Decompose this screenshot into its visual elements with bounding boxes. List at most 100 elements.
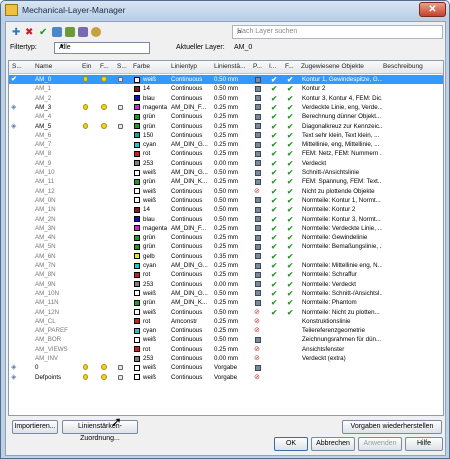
check-icon[interactable]: ✔ <box>287 261 293 270</box>
color-swatch[interactable] <box>134 85 140 92</box>
color-swatch[interactable] <box>134 104 140 111</box>
check-icon[interactable]: ✔ <box>271 196 277 205</box>
linetype[interactable]: AM_DIN_G... <box>171 168 213 177</box>
printer-icon[interactable] <box>255 216 261 222</box>
linetype[interactable]: Continuous <box>171 308 213 317</box>
col-lock[interactable]: S... <box>117 63 127 70</box>
color-swatch[interactable] <box>134 336 140 343</box>
printer-icon[interactable] <box>255 104 261 111</box>
unlock-icon[interactable] <box>118 374 123 383</box>
lineweight[interactable]: 0.25 mm <box>214 131 252 140</box>
color-swatch[interactable] <box>134 132 140 139</box>
color-swatch[interactable] <box>134 318 140 325</box>
check-icon[interactable]: ✔ <box>271 84 277 93</box>
lineweight[interactable]: Vorgabe <box>214 363 252 372</box>
printer-icon[interactable] <box>255 364 261 371</box>
lineweight[interactable]: 0.50 mm <box>214 308 252 317</box>
table-row[interactable]: ◈ Defpoints weiß Continuous Vorgabe ⊘ <box>9 373 443 383</box>
ok-button[interactable]: OK <box>274 437 308 451</box>
linetype[interactable]: Continuous <box>171 94 213 103</box>
color-swatch[interactable] <box>134 169 140 176</box>
check-icon[interactable]: ✔ <box>287 242 293 251</box>
cancel-button[interactable]: Abbrechen <box>311 437 355 451</box>
printer-icon[interactable] <box>255 150 261 157</box>
color-swatch[interactable] <box>134 216 140 222</box>
printer-icon[interactable] <box>255 290 261 297</box>
lineweight[interactable]: 0.25 mm <box>214 112 252 121</box>
table-row[interactable]: AM_3N magenta AM_DIN_F... 0.25 mm ✔ ✔ Normteil… <box>9 224 443 233</box>
no-plot-icon[interactable]: ⊘ <box>254 345 260 354</box>
color-swatch[interactable] <box>134 374 140 381</box>
linetype[interactable]: Continuous <box>171 363 213 372</box>
table-row[interactable]: ◈ AM_3 magenta AM_DIN_F... 0.25 mm ✔ ✔ Verdeckt… <box>9 103 443 112</box>
lineweight[interactable]: 0.25 mm <box>214 326 252 335</box>
check-icon[interactable]: ✔ <box>271 224 277 233</box>
check-icon[interactable]: ✔ <box>271 261 277 270</box>
linetype[interactable]: Continuous <box>171 84 213 93</box>
table-row[interactable]: AM_BOR weiß Continuous 0.50 mm Zeichnungsrah… <box>9 335 443 344</box>
table-row[interactable]: AM_6N gelb Continuous 0.35 mm ✔ ✔ <box>9 252 443 261</box>
lineweight[interactable]: 0.50 mm <box>214 84 252 93</box>
lineweight[interactable]: 0.50 mm <box>214 289 252 298</box>
col-color[interactable]: Farbe <box>133 63 150 70</box>
printer-icon[interactable] <box>255 197 261 204</box>
table-row[interactable]: AM_5N grün Continuous 0.25 mm ✔ ✔ Normteile: B… <box>9 242 443 251</box>
col-description[interactable]: Beschreibung <box>383 63 423 70</box>
lineweight[interactable]: 0.25 mm <box>214 242 252 251</box>
printer-icon[interactable] <box>255 95 261 102</box>
restore-defaults-button[interactable]: Vorgaben wiederherstellen <box>342 420 442 434</box>
check-icon[interactable]: ✔ <box>271 94 277 103</box>
linetype[interactable]: Continuous <box>171 187 213 196</box>
check-icon[interactable]: ✔ <box>271 280 277 289</box>
check-icon[interactable]: ✔ <box>271 270 277 279</box>
linetype[interactable]: Continuous <box>171 122 213 131</box>
check-icon[interactable]: ✔ <box>287 140 293 149</box>
lineweight[interactable]: 0.35 mm <box>214 252 252 261</box>
check-icon[interactable]: ✔ <box>287 215 293 224</box>
lineweight[interactable]: 0.50 mm <box>214 75 252 84</box>
color-swatch[interactable] <box>134 95 140 102</box>
table-row[interactable]: AM_PAREF cyan Continuous 0.25 mm ⊘ Teilerefer… <box>9 326 443 335</box>
printer-icon[interactable] <box>255 225 261 232</box>
table-row[interactable]: AM_10N weiß AM_DIN_G... 0.50 mm ✔ ✔ Normteile:… <box>9 289 443 298</box>
check-icon[interactable]: ✔ <box>271 205 277 214</box>
lineweight[interactable]: 0.50 mm <box>214 94 252 103</box>
check-icon[interactable]: ✔ <box>287 298 293 307</box>
color-swatch[interactable] <box>134 262 140 269</box>
lineweight[interactable]: 0.25 mm <box>214 261 252 270</box>
check-icon[interactable]: ✔ <box>271 215 277 224</box>
col-i[interactable]: I... <box>269 63 276 70</box>
linetype[interactable]: Continuous <box>171 335 213 344</box>
table-row[interactable]: AM_12 weiß Continuous 0.50 mm ⊘ ✔ ✔ Nicht zu pl… <box>9 187 443 196</box>
linetype[interactable]: Continuous <box>171 345 213 354</box>
table-row[interactable]: AM_2 blau Continuous 0.50 mm ✔ ✔ Kontur 3, Kon… <box>9 94 443 103</box>
check-icon[interactable]: ✔ <box>271 112 277 121</box>
lineweight[interactable]: 0.25 mm <box>214 317 252 326</box>
linetype[interactable]: Continuous <box>171 131 213 140</box>
check-icon[interactable]: ✔ <box>287 131 293 140</box>
linetype[interactable]: Amconstr <box>171 317 213 326</box>
printer-icon[interactable] <box>255 336 261 343</box>
linetype[interactable]: Continuous <box>171 205 213 214</box>
table-row[interactable]: ✔ AM_0 weiß Continuous 0.50 mm ✔ ✔ Kontur 1, Ge… <box>9 75 443 85</box>
lineweight[interactable]: 0.00 mm <box>214 354 252 363</box>
table-row[interactable]: AM_4 grün Continuous 0.25 mm ✔ ✔ Berechnung dü… <box>9 112 443 121</box>
layer-state-icon[interactable] <box>52 27 62 37</box>
check-icon[interactable]: ✔ <box>271 122 277 131</box>
color-swatch[interactable] <box>134 225 140 232</box>
check-icon[interactable]: ✔ <box>287 75 293 84</box>
linetype[interactable]: AM_DIN_K... <box>171 298 213 307</box>
search-icon[interactable]: ⌕ <box>237 26 439 37</box>
check-icon[interactable]: ✔ <box>287 168 293 177</box>
check-icon[interactable]: ✔ <box>271 308 277 317</box>
col-status[interactable]: S... <box>12 63 22 70</box>
check-icon[interactable]: ✔ <box>271 233 277 242</box>
printer-icon[interactable] <box>255 141 261 148</box>
table-row[interactable]: AM_1N 14 Continuous 0.50 mm ✔ ✔ Normteile: Kon… <box>9 205 443 214</box>
color-swatch[interactable] <box>134 243 140 250</box>
check-icon[interactable]: ✔ <box>271 159 277 168</box>
linetype[interactable]: Continuous <box>171 112 213 121</box>
new-layer-icon[interactable]: ✚ <box>12 26 20 39</box>
layer-settings-icon[interactable] <box>91 27 101 37</box>
filter-type-select[interactable]: Alle ▼ <box>54 42 150 54</box>
